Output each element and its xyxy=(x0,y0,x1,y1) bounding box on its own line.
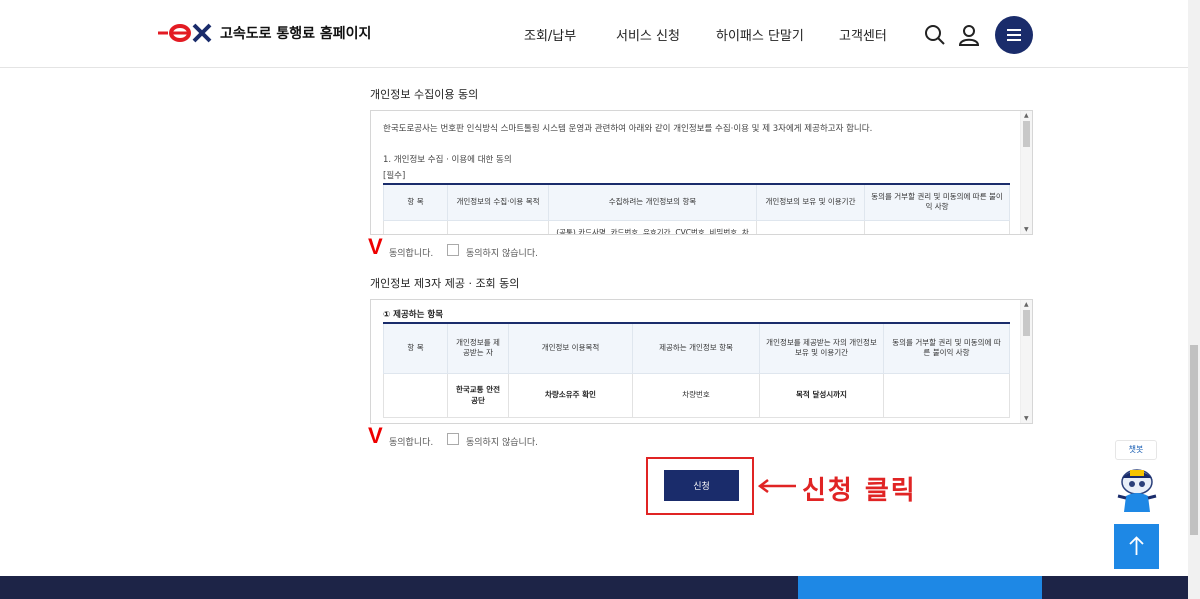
table-cell xyxy=(447,219,549,234)
terms-intro: 한국도로공사는 번호판 인식방식 스마트톨링 시스템 운영과 관련하여 아래와 … xyxy=(383,124,873,134)
footer-callcenter-banner[interactable] xyxy=(798,576,1042,599)
table-cell: 차량번호 xyxy=(632,372,760,418)
table-cell xyxy=(383,219,448,234)
nav-item-hipass-terminal[interactable]: 하이패스 단말기 xyxy=(716,25,804,44)
table-header: 개인정보의 수집·이용 목적 xyxy=(447,183,549,221)
table-cell xyxy=(864,219,1010,234)
logo-text: 고속도로 통행료 홈페이지 xyxy=(220,26,372,42)
terms-item-heading: ① 제공하는 항목 xyxy=(383,310,444,320)
terms-box-third-party[interactable]: ① 제공하는 항목 항 목 개인정보를 제공받는 자 개인정보 이용목적 제공하… xyxy=(370,299,1033,424)
disagree-label[interactable]: 동의하지 않습니다. xyxy=(466,246,538,259)
terms-scrollbar[interactable]: ▲ ▼ xyxy=(1020,300,1032,423)
section-title-third-party-consent: 개인정보 제3자 제공 · 조회 동의 xyxy=(370,277,520,290)
nav-item-customer-center[interactable]: 고객센터 xyxy=(839,25,887,44)
page-scrollbar-thumb[interactable] xyxy=(1190,345,1198,535)
page-scrollbar[interactable] xyxy=(1188,0,1200,599)
terms-content: ① 제공하는 항목 항 목 개인정보를 제공받는 자 개인정보 이용목적 제공하… xyxy=(383,308,1010,418)
site-header: 고속도로 통행료 홈페이지 조회/납부 서비스 신청 하이패스 단말기 고객센터 xyxy=(0,0,1188,68)
table-header: 동의를 거부할 권리 및 미동의에 따른 불이익 사항 xyxy=(864,183,1010,221)
table-cell xyxy=(883,372,1010,418)
annotation-check-mark: V xyxy=(368,423,383,448)
site-footer xyxy=(0,576,1188,599)
section-title-collection-consent: 개인정보 수집이용 동의 xyxy=(370,88,479,101)
terms-box-collection[interactable]: 한국도로공사는 번호판 인식방식 스마트톨링 시스템 운영과 관련하여 아래와 … xyxy=(370,110,1033,235)
terms-content: 한국도로공사는 번호판 인식방식 스마트톨링 시스템 운영과 관련하여 아래와 … xyxy=(383,119,1010,234)
agree-radio[interactable]: 동의합니다. xyxy=(389,246,433,259)
annotation-arrow-icon xyxy=(758,479,796,493)
table-header: 개인정보를 제공받는 자의 개인정보 보유 및 이용기간 xyxy=(759,322,884,374)
table-header: 개인정보를 제공받는 자 xyxy=(447,322,509,374)
logo[interactable]: 고속도로 통행료 홈페이지 xyxy=(156,22,371,44)
user-icon[interactable] xyxy=(957,23,981,47)
table-header: 항 목 xyxy=(383,322,448,374)
nav-item-service-apply[interactable]: 서비스 신청 xyxy=(616,25,680,44)
table-cell xyxy=(756,219,865,234)
annotation-text: 신청 클릭 xyxy=(802,476,917,506)
annotation-check-mark: V xyxy=(368,234,383,259)
hamburger-menu-icon[interactable] xyxy=(995,16,1033,54)
disagree-checkbox[interactable] xyxy=(447,244,459,256)
terms-scrollbar-thumb[interactable] xyxy=(1023,121,1030,147)
disagree-label[interactable]: 동의하지 않습니다. xyxy=(466,435,538,448)
chatbot-label[interactable]: 챗봇 xyxy=(1115,440,1157,460)
scroll-top-button[interactable] xyxy=(1114,524,1159,569)
terms-required: [필수] xyxy=(383,171,406,181)
table-header: 개인정보의 보유 및 이용기간 xyxy=(756,183,865,221)
collection-table: 항 목 개인정보의 수집·이용 목적 수집하려는 개인정보의 항목 개인정보의 … xyxy=(383,183,1010,234)
terms-scrollbar-thumb[interactable] xyxy=(1023,310,1030,336)
nav-item-inquiry-payment[interactable]: 조회/납부 xyxy=(524,25,576,44)
chatbot-mascot-icon[interactable] xyxy=(1114,466,1160,514)
search-icon[interactable] xyxy=(923,23,947,47)
terms-item-heading: 1. 개인정보 수집 · 이용에 대한 동의 xyxy=(383,155,512,165)
table-header: 제공하는 개인정보 항목 xyxy=(632,322,760,374)
table-cell: (공통) 카드사명, 카드번호, 유효기간, CVC번호, 비밀번호, 차 xyxy=(548,219,757,234)
arrow-up-icon xyxy=(1129,536,1144,555)
terms-scrollbar[interactable]: ▲ ▼ xyxy=(1020,111,1032,234)
third-party-table: 항 목 개인정보를 제공받는 자 개인정보 이용목적 제공하는 개인정보 항목 … xyxy=(383,322,1010,418)
disagree-checkbox[interactable] xyxy=(447,433,459,445)
agree-radio[interactable]: 동의합니다. xyxy=(389,435,433,448)
table-header: 항 목 xyxy=(383,183,448,221)
table-cell: 한국교통 안전공단 xyxy=(447,372,509,418)
table-header: 동의를 거부할 권리 및 미동의에 따른 불이익 사항 xyxy=(883,322,1010,374)
table-cell xyxy=(383,372,448,418)
apply-button[interactable]: 신청 xyxy=(664,470,739,501)
ex-logo-icon xyxy=(158,23,212,43)
table-header: 수집하려는 개인정보의 항목 xyxy=(548,183,757,221)
table-cell: 목적 달성시까지 xyxy=(759,372,884,418)
table-cell: 차량소유주 확인 xyxy=(508,372,633,418)
table-header: 개인정보 이용목적 xyxy=(508,322,633,374)
